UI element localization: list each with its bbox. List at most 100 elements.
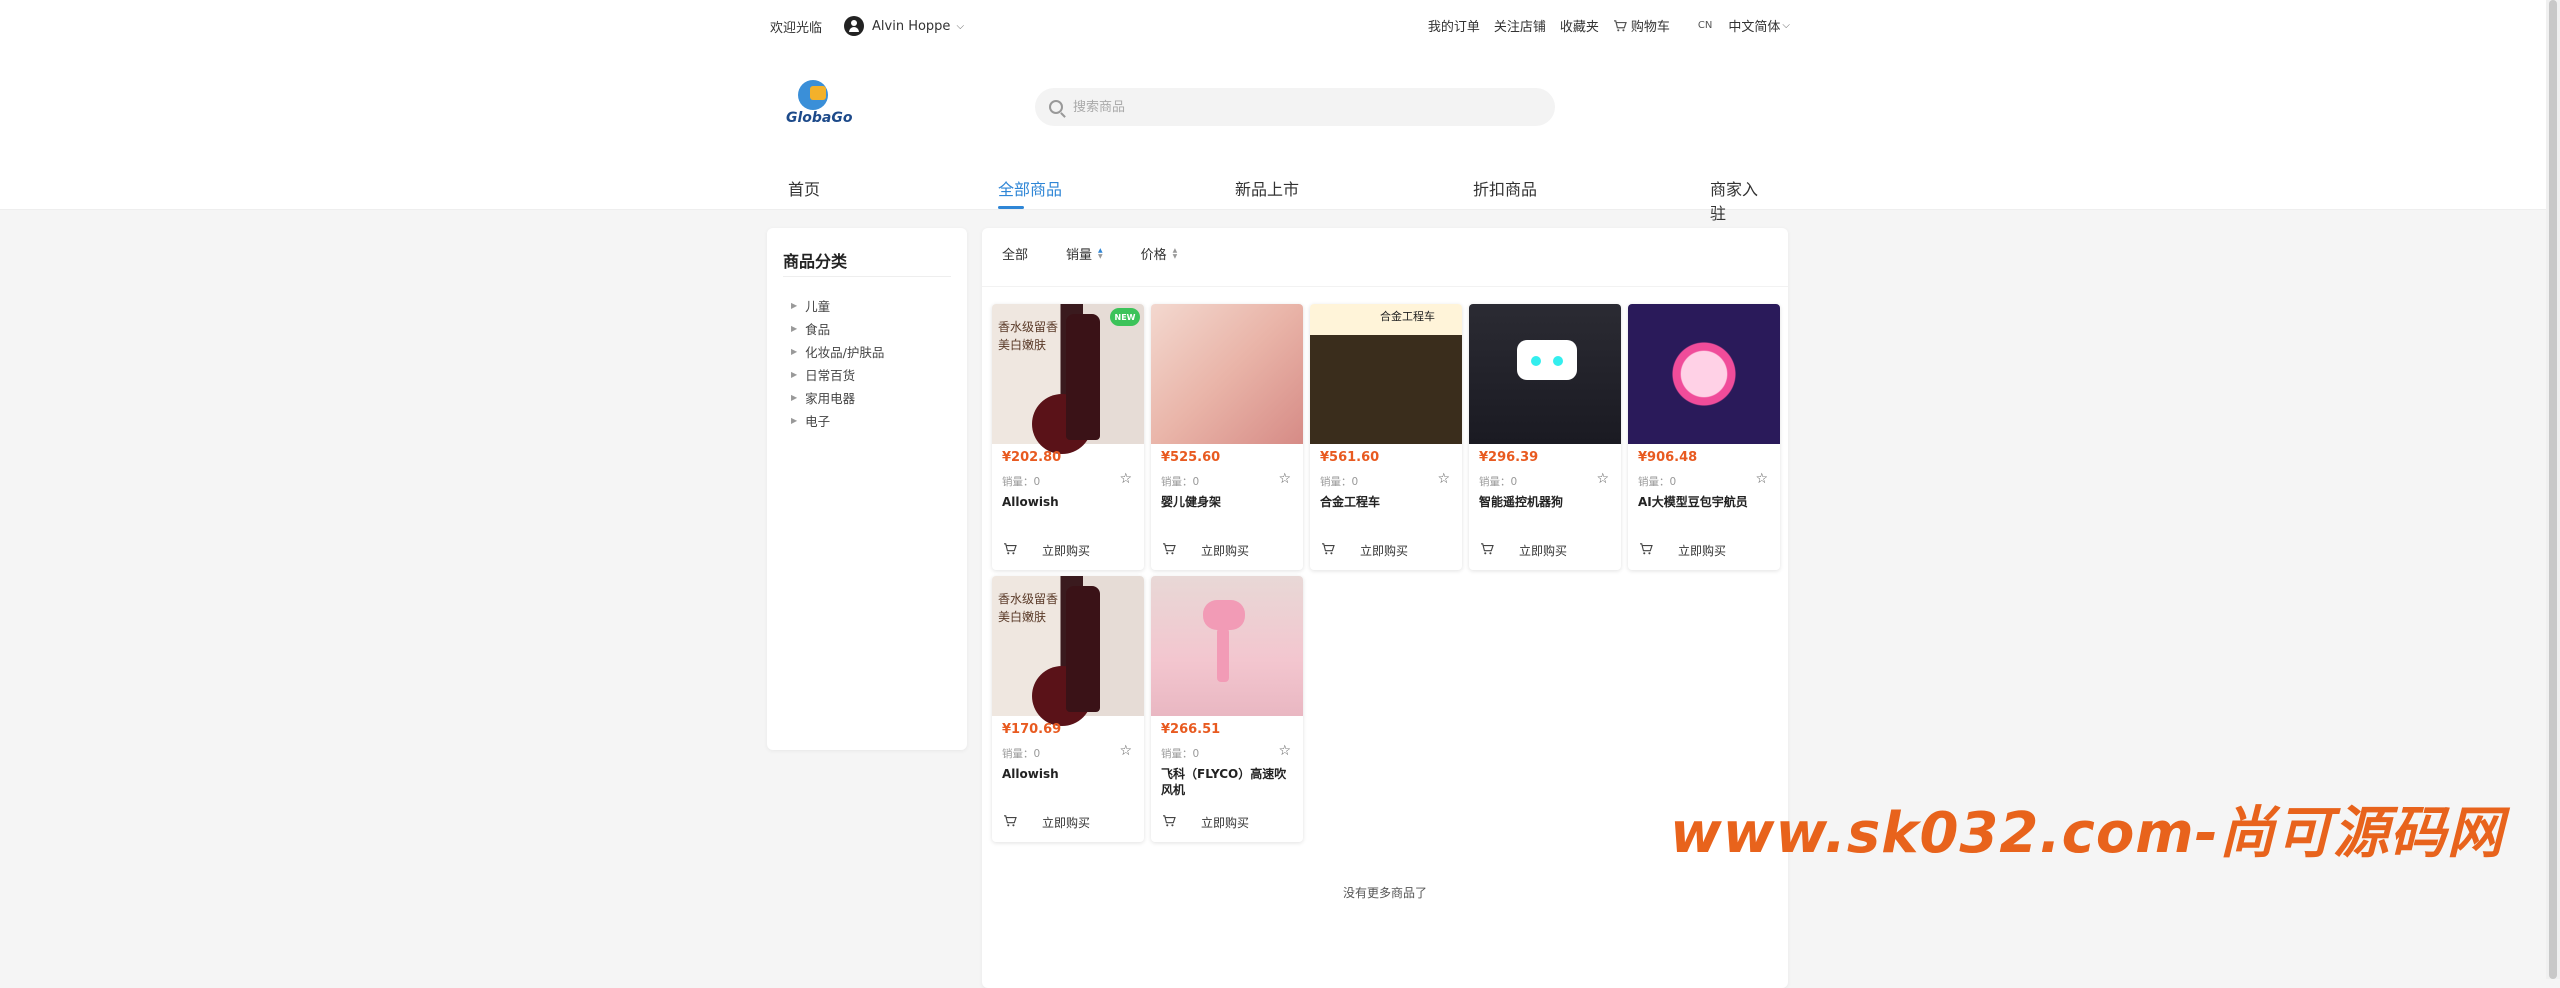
category-item[interactable]: ▶ 家用电器 xyxy=(791,386,884,409)
favorite-star-icon[interactable]: ☆ xyxy=(1119,471,1132,487)
add-to-cart-icon[interactable] xyxy=(1638,543,1654,555)
buy-now-button[interactable]: 立即购买 xyxy=(1360,542,1408,559)
buy-now-button[interactable]: 立即购买 xyxy=(1201,814,1249,831)
product-image[interactable] xyxy=(1151,304,1303,444)
product-card[interactable]: ¥906.48 销量：0 ☆ AI大模型豆包宇航员 立即购买 xyxy=(1628,304,1780,570)
product-name[interactable]: AI大模型豆包宇航员 xyxy=(1638,494,1770,510)
cart-link[interactable]: 购物车 xyxy=(1613,16,1670,35)
product-card[interactable]: 香水级留香美白嫩肤 NEW ¥202.80 销量：0 ☆ Allowish 立即… xyxy=(992,304,1144,570)
favorite-star-icon[interactable]: ☆ xyxy=(1278,471,1291,487)
category-sidebar: 商品分类 ▶ 儿童 ▶ 食品 ▶ 化妆品/护肤品 ▶ 日常百货 ▶ 家用电器 ▶ 电子 xyxy=(767,228,967,750)
product-name[interactable]: 飞科（FLYCO）高速吹风机 xyxy=(1161,766,1293,798)
language-selector[interactable]: CN 中文简体 ⌵ xyxy=(1684,16,1790,35)
product-name[interactable]: Allowish xyxy=(1002,766,1134,782)
followed-shops-link[interactable]: 关注店铺 xyxy=(1494,16,1546,35)
filter-divider xyxy=(982,286,1788,287)
product-name[interactable]: Allowish xyxy=(1002,494,1134,510)
buy-now-button[interactable]: 立即购买 xyxy=(1678,542,1726,559)
filter-label: 全部 xyxy=(1002,248,1029,263)
nav-item-discounts[interactable]: 折扣商品 xyxy=(1473,176,1537,200)
image-text: 香水级留香美白嫩肤 xyxy=(998,320,1059,352)
product-sales: 销量：0 xyxy=(1320,476,1359,488)
product-card[interactable]: ¥296.39 销量：0 ☆ 智能遥控机器狗 立即购买 xyxy=(1469,304,1621,570)
add-to-cart-icon[interactable] xyxy=(1479,543,1495,555)
product-sales: 销量：0 xyxy=(1002,748,1041,760)
image-text: 合金工程车 xyxy=(1380,310,1435,323)
page-scrollbar[interactable] xyxy=(2546,0,2560,979)
category-label: 儿童 xyxy=(805,299,831,314)
image-text: 香水级留香美白嫩肤 xyxy=(998,592,1059,624)
category-item[interactable]: ▶ 食品 xyxy=(791,317,884,340)
cart-label: 购物车 xyxy=(1630,20,1670,35)
caret-right-icon: ▶ xyxy=(791,347,798,356)
nav-item-new-arrivals[interactable]: 新品上市 xyxy=(1235,176,1299,200)
filter-sales[interactable]: 销量 ▲ ▼ xyxy=(1066,244,1103,263)
no-more-products-text: 没有更多商品了 xyxy=(1342,886,1427,900)
nav-item-merchant-join[interactable]: 商家入驻 xyxy=(1710,176,1768,224)
search-bar[interactable] xyxy=(1035,88,1555,126)
favorite-star-icon[interactable]: ☆ xyxy=(1437,471,1450,487)
caret-right-icon: ▶ xyxy=(791,370,798,379)
add-to-cart-icon[interactable] xyxy=(1002,543,1018,555)
favorite-star-icon[interactable]: ☆ xyxy=(1278,743,1291,759)
favorite-star-icon[interactable]: ☆ xyxy=(1755,471,1768,487)
add-to-cart-icon[interactable] xyxy=(1002,815,1018,827)
product-name[interactable]: 智能遥控机器狗 xyxy=(1479,494,1611,510)
buy-now-button[interactable]: 立即购买 xyxy=(1201,542,1249,559)
nav-item-all-products[interactable]: 全部商品 xyxy=(998,176,1062,209)
sort-arrows-icon: ▲ ▼ xyxy=(1172,246,1178,260)
category-item[interactable]: ▶ 化妆品/护肤品 xyxy=(791,340,884,363)
product-price: ¥266.51 xyxy=(1161,722,1221,737)
product-image[interactable]: 合金工程车 xyxy=(1310,304,1462,444)
scrollbar-thumb[interactable] xyxy=(2549,0,2557,979)
image-decoration xyxy=(1553,356,1563,366)
product-card[interactable]: ¥266.51 销量：0 ☆ 飞科（FLYCO）高速吹风机 立即购买 xyxy=(1151,576,1303,842)
product-image[interactable] xyxy=(1469,304,1621,444)
image-decoration xyxy=(1517,340,1577,380)
my-orders-link[interactable]: 我的订单 xyxy=(1428,16,1480,35)
product-card[interactable]: ¥525.60 销量：0 ☆ 婴儿健身架 立即购买 xyxy=(1151,304,1303,570)
buy-now-button[interactable]: 立即购买 xyxy=(1042,814,1090,831)
site-logo[interactable]: GlobaGo xyxy=(780,80,853,128)
chevron-down-icon: ⌵ xyxy=(1782,20,1790,31)
category-label: 日常百货 xyxy=(805,368,856,383)
buy-now-button[interactable]: 立即购买 xyxy=(1519,542,1567,559)
product-price: ¥525.60 xyxy=(1161,450,1221,465)
caret-right-icon: ▶ xyxy=(791,324,798,333)
add-to-cart-icon[interactable] xyxy=(1161,815,1177,827)
add-to-cart-icon[interactable] xyxy=(1320,543,1336,555)
sort-arrows-icon: ▲ ▼ xyxy=(1098,246,1103,260)
product-name[interactable]: 合金工程车 xyxy=(1320,494,1452,510)
active-tab-indicator xyxy=(998,206,1024,209)
product-sales: 销量：0 xyxy=(1479,476,1518,488)
main-nav: 首页 全部商品 新品上市 折扣商品 商家入驻 xyxy=(788,176,1768,223)
category-item[interactable]: ▶ 电子 xyxy=(791,409,884,432)
nav-item-home[interactable]: 首页 xyxy=(788,176,820,200)
product-image[interactable] xyxy=(1628,304,1780,444)
product-price: ¥906.48 xyxy=(1638,450,1698,465)
add-to-cart-icon[interactable] xyxy=(1161,543,1177,555)
product-image[interactable]: 香水级留香美白嫩肤 xyxy=(992,576,1144,726)
product-card[interactable]: 香水级留香美白嫩肤 ¥170.69 销量：0 ☆ Allowish 立即购买 xyxy=(992,576,1144,842)
product-image[interactable]: 香水级留香美白嫩肤 NEW xyxy=(992,304,1144,454)
language-label: 中文简体 xyxy=(1728,20,1781,35)
product-image[interactable] xyxy=(1151,576,1303,716)
category-item[interactable]: ▶ 日常百货 xyxy=(791,363,884,386)
product-name[interactable]: 婴儿健身架 xyxy=(1161,494,1293,510)
search-input[interactable] xyxy=(1071,98,1515,116)
filter-price[interactable]: 价格 ▲ ▼ xyxy=(1141,244,1178,263)
buy-now-button[interactable]: 立即购买 xyxy=(1042,542,1090,559)
caret-right-icon: ▶ xyxy=(791,393,798,402)
favorite-star-icon[interactable]: ☆ xyxy=(1119,743,1132,759)
image-decoration xyxy=(1066,314,1100,440)
product-card[interactable]: 合金工程车 ¥561.60 销量：0 ☆ 合金工程车 立即购买 xyxy=(1310,304,1462,570)
user-menu[interactable]: Alvin Hoppe ⌵ xyxy=(844,16,964,36)
favorites-link[interactable]: 收藏夹 xyxy=(1560,16,1599,35)
product-sales: 销量：0 xyxy=(1002,476,1041,488)
category-item[interactable]: ▶ 儿童 xyxy=(791,294,884,317)
category-label: 化妆品/护肤品 xyxy=(805,345,885,360)
chevron-down-icon: ⌵ xyxy=(956,20,965,32)
favorite-star-icon[interactable]: ☆ xyxy=(1596,471,1609,487)
filter-bar: 全部 销量 ▲ ▼ 价格 ▲ ▼ xyxy=(1002,244,1215,263)
filter-all[interactable]: 全部 xyxy=(1002,244,1028,263)
